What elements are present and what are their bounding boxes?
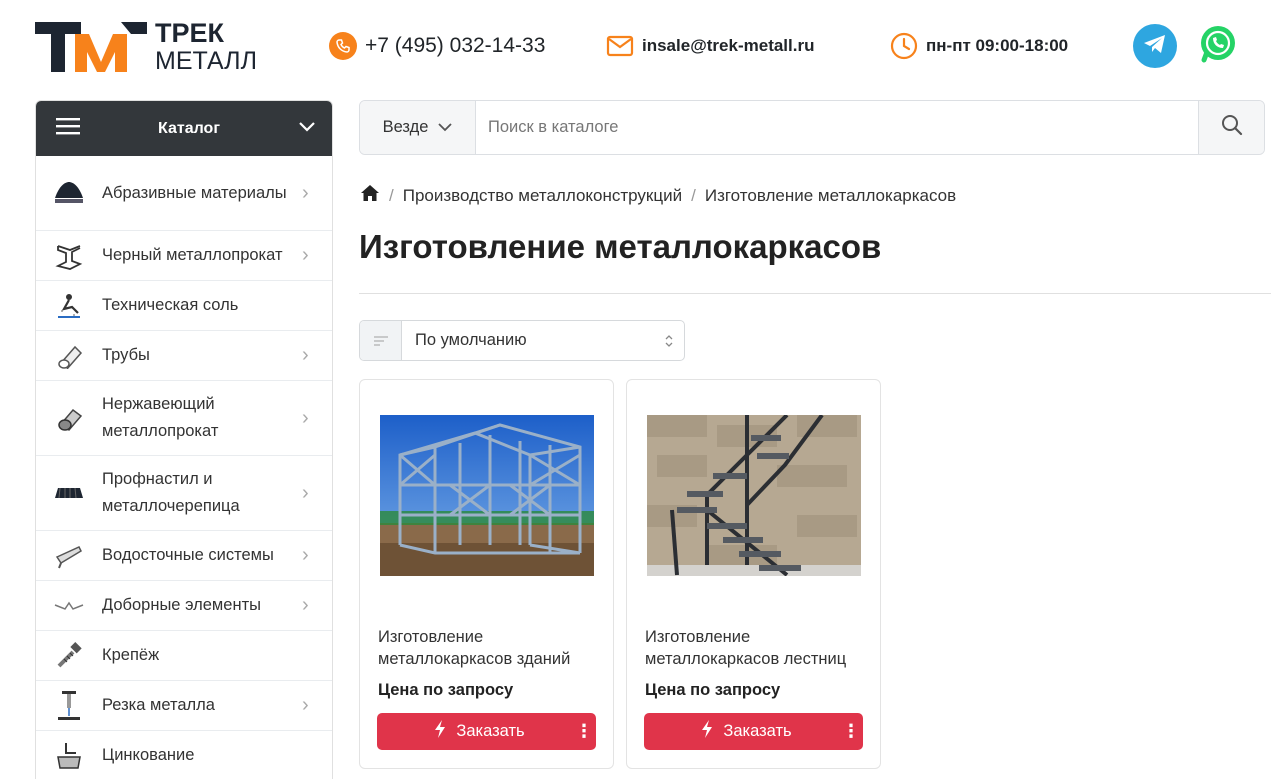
stainless-icon xyxy=(52,401,86,435)
order-button-label: Заказать xyxy=(723,722,792,740)
catalog-item-gutter[interactable]: Водосточные системы › xyxy=(36,531,332,581)
chevron-right-icon: › xyxy=(302,481,309,504)
chevron-right-icon: › xyxy=(302,244,309,266)
search-icon xyxy=(1221,114,1243,141)
logo-text-bottom: МЕТАЛЛ xyxy=(155,47,257,75)
search-scope-select[interactable]: Везде xyxy=(360,101,476,154)
chevron-right-icon: › xyxy=(302,694,309,716)
screw-icon xyxy=(52,639,86,673)
search-input[interactable] xyxy=(476,101,1198,154)
chevron-right-icon: › xyxy=(302,344,309,366)
lightning-icon xyxy=(434,720,446,743)
logo-text-top: ТРЕК xyxy=(155,18,224,48)
breadcrumb-separator: / xyxy=(691,185,696,205)
header-email[interactable]: insale@trek-metall.ru xyxy=(606,32,814,60)
search-bar: Везде xyxy=(359,100,1265,155)
page-title: Изготовление металлокаркасов xyxy=(359,228,882,265)
more-options-icon[interactable]: ⋮ xyxy=(572,721,596,742)
clock-icon xyxy=(890,32,918,60)
sort-icon xyxy=(360,321,402,360)
product-name[interactable]: Изготовление металлокаркасов лестниц xyxy=(645,626,870,670)
breadcrumb-link[interactable]: Производство металлоконструкций xyxy=(403,186,682,206)
order-button[interactable]: Заказать ⋮ xyxy=(644,713,863,750)
product-image[interactable] xyxy=(647,415,861,576)
product-name[interactable]: Изготовление металлокаркасов зданий xyxy=(378,626,603,670)
breadcrumb-separator: / xyxy=(389,185,394,205)
home-icon[interactable] xyxy=(360,184,380,207)
sort-select[interactable]: По умолчанию xyxy=(359,320,685,361)
site-logo[interactable]: ТРЕК МЕТАЛЛ xyxy=(35,18,257,76)
catalog-item-fasteners[interactable]: Крепёж xyxy=(36,631,332,681)
product-card[interactable]: Изготовление металлокаркасов лестниц Цен… xyxy=(626,379,881,769)
catalog-item-profnastil[interactable]: Профнастил и металлочерепица › xyxy=(36,456,332,531)
whatsapp-link[interactable] xyxy=(1196,24,1240,68)
catalog-item-abrasive[interactable]: Абразивные материалы › xyxy=(36,156,332,231)
phone-icon xyxy=(329,32,357,60)
telegram-link[interactable] xyxy=(1133,24,1177,68)
product-image[interactable] xyxy=(380,415,594,576)
chevron-right-icon: › xyxy=(302,594,309,616)
working-hours: пн-пт 09:00-18:00 xyxy=(926,36,1069,55)
search-scope-label: Везде xyxy=(382,118,429,136)
mail-icon xyxy=(606,32,634,60)
roof-sheet-icon xyxy=(52,476,86,510)
catalog-item-pipes[interactable]: Трубы › xyxy=(36,331,332,381)
chevron-right-icon: › xyxy=(302,181,309,204)
catalog-item-black-metal[interactable]: Черный металлопрокат › xyxy=(36,231,332,281)
breadcrumb-current: Изготовление металлокаркасов xyxy=(704,185,957,205)
galvanizing-icon xyxy=(52,739,86,773)
product-price: Цена по запросу xyxy=(378,681,514,699)
catalog-item-stainless[interactable]: Нержавеющий металлопрокат › xyxy=(36,381,332,456)
chevron-down-icon xyxy=(438,118,453,137)
gutter-icon xyxy=(52,539,86,573)
beam-icon xyxy=(52,239,86,273)
header-phone[interactable]: +7 (495) 032-14-33 xyxy=(329,32,545,60)
product-card[interactable]: Изготовление металлокаркасов зданий Цена… xyxy=(359,379,614,769)
whatsapp-icon xyxy=(1198,24,1238,69)
telegram-icon xyxy=(1142,32,1168,61)
email-address: insale@trek-metall.ru xyxy=(642,36,815,55)
catalog-sidebar: Каталог Абразивные материалы › Черный ме… xyxy=(35,100,333,779)
abrasive-icon xyxy=(52,176,86,210)
catalog-item-salt[interactable]: Техническая соль xyxy=(36,281,332,331)
catalog-item-trim[interactable]: Доборные элементы › xyxy=(36,581,332,631)
phone-number: +7 (495) 032-14-33 xyxy=(365,34,546,57)
catalog-toggle[interactable]: Каталог xyxy=(36,101,332,156)
order-button[interactable]: Заказать ⋮ xyxy=(377,713,596,750)
more-options-icon[interactable]: ⋮ xyxy=(839,721,863,742)
order-button-label: Заказать xyxy=(456,722,525,740)
breadcrumb: / Производство металлоконструкций / Изго… xyxy=(360,184,956,207)
lightning-icon xyxy=(701,720,713,743)
header-hours: пн-пт 09:00-18:00 xyxy=(890,32,1068,60)
trim-icon xyxy=(52,589,86,623)
chevron-right-icon: › xyxy=(302,544,309,566)
cutting-icon xyxy=(52,689,86,723)
updown-icon xyxy=(654,321,684,360)
hamburger-icon xyxy=(56,117,80,140)
chevron-down-icon xyxy=(298,120,316,138)
pipe-icon xyxy=(52,339,86,373)
product-price: Цена по запросу xyxy=(645,681,781,699)
catalog-item-cutting[interactable]: Резка металла › xyxy=(36,681,332,731)
chevron-right-icon: › xyxy=(302,406,309,429)
catalog-title: Каталог xyxy=(158,119,220,137)
salt-icon xyxy=(52,289,86,323)
sort-value: По умолчанию xyxy=(415,331,527,349)
search-button[interactable] xyxy=(1198,101,1264,154)
catalog-item-galvanizing[interactable]: Цинкование xyxy=(36,731,332,779)
divider xyxy=(359,293,1271,294)
